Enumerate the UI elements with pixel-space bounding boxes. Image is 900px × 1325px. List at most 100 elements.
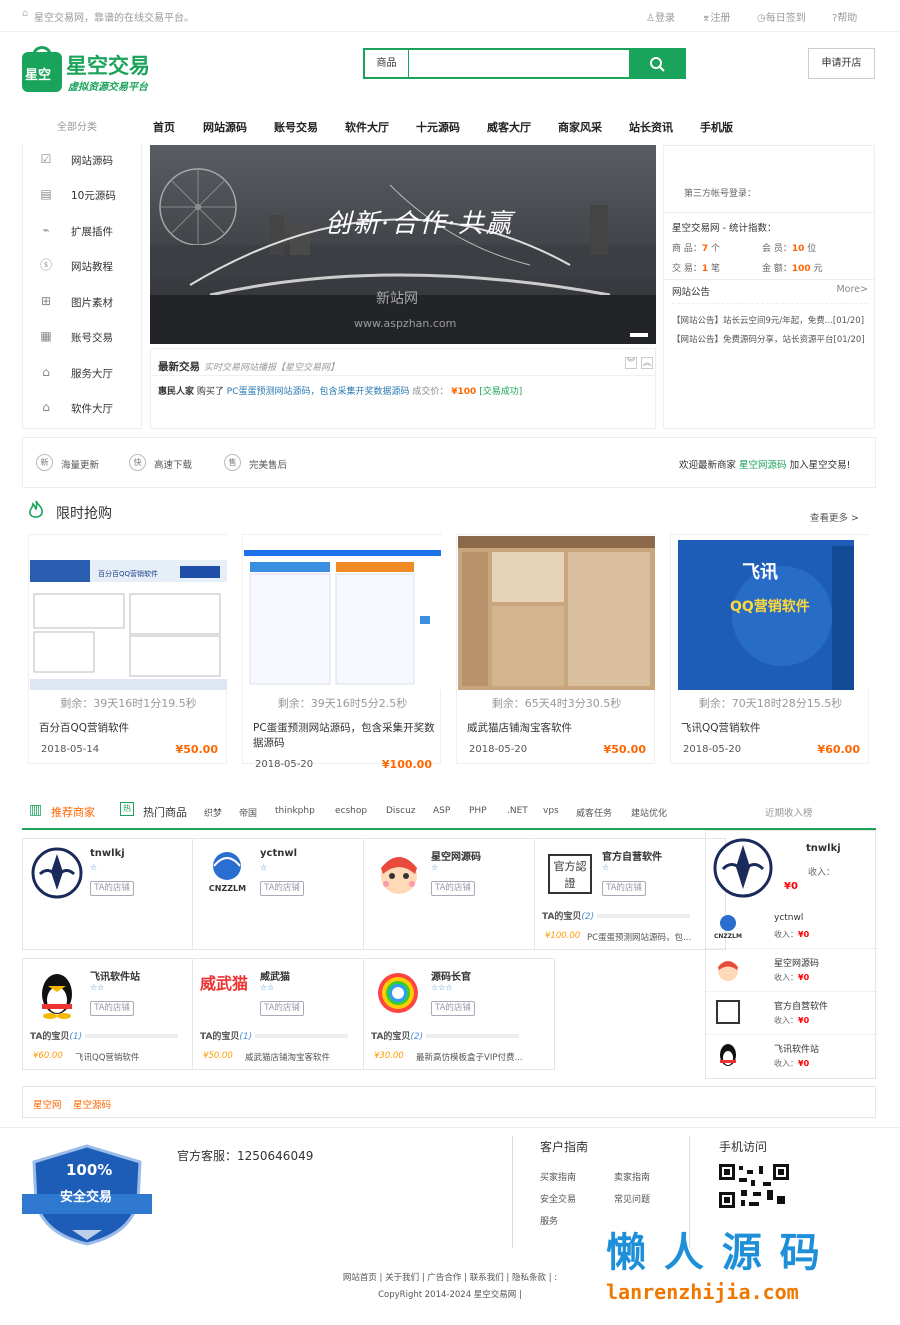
shop-card[interactable]: CNZZLM yctnwl ☆ TA的店铺 bbox=[192, 838, 384, 950]
item-name[interactable]: PC蛋蛋预测网站源码，包... bbox=[587, 931, 722, 943]
nav-item[interactable]: 站长资讯 bbox=[629, 119, 673, 135]
product-image bbox=[458, 536, 655, 690]
nav-item[interactable]: 十元源码 bbox=[416, 119, 460, 135]
rank-name: 星空网源码 bbox=[774, 959, 820, 969]
visit-shop-button[interactable]: TA的店铺 bbox=[90, 881, 134, 896]
search-category[interactable]: 商品 bbox=[365, 50, 409, 77]
footer-link[interactable]: 广告合作 bbox=[427, 1273, 461, 1283]
sidebar-item-images[interactable]: ⊞ 图片素材 bbox=[23, 286, 143, 321]
search-input[interactable] bbox=[410, 50, 630, 77]
shop-card[interactable]: tnwlkj ☆ TA的店铺 bbox=[22, 838, 214, 950]
friend-link[interactable]: 星空源码 bbox=[73, 1097, 111, 1111]
flash-more-link[interactable]: 查看更多 > bbox=[810, 510, 859, 524]
notice-more-link[interactable]: More> bbox=[836, 284, 868, 295]
help-link[interactable]: ?帮助 bbox=[832, 9, 857, 24]
shop-items-count: TA的宝贝(1) bbox=[200, 1032, 253, 1042]
image-icon: ⊞ bbox=[40, 294, 52, 308]
logo-subtitle: 虚拟资源交易平台 bbox=[68, 82, 148, 93]
nav-item[interactable]: 手机版 bbox=[700, 119, 733, 135]
sidebar-item-accounts[interactable]: ▦ 账号交易 bbox=[23, 321, 143, 356]
tab-recommend[interactable]: 推荐商家 bbox=[51, 804, 95, 820]
guide-link[interactable]: 服务 bbox=[540, 1214, 558, 1227]
tag-link[interactable]: PHP bbox=[467, 806, 489, 816]
item-name[interactable]: 最新高仿模板盒子VIP付费... bbox=[416, 1051, 551, 1063]
nav-item[interactable]: 首页 bbox=[153, 119, 175, 135]
rank-item[interactable]: 星空网源码 收入：¥0 bbox=[706, 949, 877, 992]
product-card[interactable]: 剩余：39天16时5分2.5秒 PC蛋蛋预测网站源码，包含采集开奖数据源码 20… bbox=[242, 534, 441, 771]
guide-link[interactable]: 卖家指南 bbox=[614, 1170, 650, 1183]
tab-hot[interactable]: 热门商品 bbox=[143, 804, 187, 820]
visit-shop-button[interactable]: TA的店铺 bbox=[602, 881, 646, 896]
footer-link[interactable]: 联系我们 bbox=[470, 1273, 504, 1283]
shop-card[interactable]: 星空网源码 ☆ TA的店铺 bbox=[363, 838, 555, 950]
all-categories[interactable]: 全部分类 bbox=[22, 118, 132, 133]
visit-shop-button[interactable]: TA的店铺 bbox=[90, 1001, 134, 1016]
search-icon bbox=[650, 57, 665, 72]
tab-income-rank[interactable]: 近期收入榜 bbox=[765, 805, 813, 819]
new-shop-link[interactable]: 星空网源码 bbox=[739, 460, 787, 471]
sidebar-item-10yuan[interactable]: ▤ 10元源码 bbox=[23, 179, 143, 214]
guide-link[interactable]: 买家指南 bbox=[540, 1170, 576, 1183]
site-logo[interactable]: 星空 星空交易 虚拟资源交易平台 bbox=[22, 46, 164, 93]
news-item[interactable]: 惠民人家 购买了 PC蛋蛋预测网站源码，包含采集开奖数据源码 成交价： ¥100… bbox=[158, 384, 522, 397]
product-card[interactable]: 剩余：65天4时3分30.5秒 威武猫店铺淘宝客软件 2018-05-20 ¥5… bbox=[456, 534, 655, 764]
shop-card[interactable]: 源码长官 ☆☆☆ TA的店铺 TA的宝贝(2) ¥30.00 最新高仿模板盒子V… bbox=[363, 958, 555, 1070]
footer-link[interactable]: 关于我们 bbox=[385, 1273, 419, 1283]
shop-card[interactable]: 官方認證 官方自营软件 ☆ TA的店铺 TA的宝贝(2) ¥100.00 PC蛋… bbox=[534, 838, 726, 950]
product-name: 飞讯QQ营销软件 bbox=[681, 722, 761, 734]
tag-link[interactable]: thinkphp bbox=[273, 806, 317, 816]
shop-card[interactable]: 威武猫 威武猫 ☆☆ TA的店铺 TA的宝贝(1) ¥50.00 威武猫店铺淘宝… bbox=[192, 958, 384, 1070]
sidebar-item-plugins[interactable]: ⌁ 扩展插件 bbox=[23, 215, 143, 250]
rank-item[interactable]: 官方自营软件 收入：¥0 bbox=[706, 992, 877, 1035]
visit-shop-button[interactable]: TA的店铺 bbox=[260, 1001, 304, 1016]
login-link[interactable]: ♙登录 bbox=[646, 9, 675, 24]
guide-link[interactable]: 常见问题 bbox=[614, 1192, 650, 1205]
sidebar-item-service[interactable]: ⌂ 服务大厅 bbox=[23, 357, 143, 392]
star-rating: ☆☆ bbox=[260, 983, 275, 992]
checkin-link[interactable]: ◷每日签到 bbox=[757, 9, 806, 24]
tag-link[interactable]: 帝国 bbox=[237, 806, 259, 819]
product-card[interactable]: 百分百QQ营销软件 剩余：39天16时1分19.5秒 百分百QQ营销软件 201… bbox=[28, 534, 227, 764]
item-name[interactable]: 飞讯QQ营销软件 bbox=[75, 1051, 210, 1063]
nav-item[interactable]: 威客大厅 bbox=[487, 119, 531, 135]
nav-item[interactable]: 软件大厅 bbox=[345, 119, 389, 135]
tag-link[interactable]: vps bbox=[541, 806, 561, 816]
svg-text:百分百QQ营销软件: 百分百QQ营销软件 bbox=[98, 569, 158, 578]
rank-item[interactable]: 飞讯软件站 收入：¥0 bbox=[706, 1035, 877, 1078]
guide-link[interactable]: 安全交易 bbox=[540, 1192, 576, 1205]
search-button[interactable] bbox=[629, 50, 684, 77]
sidebar-item-web-source[interactable]: ☑ 网站源码 bbox=[23, 144, 143, 179]
chevron-down-icon[interactable]: ︾ bbox=[625, 357, 637, 369]
hero-banner[interactable]: 创新·合作·共赢 新站网 www.aspzhan.com bbox=[150, 145, 656, 344]
tag-link[interactable]: 建站优化 bbox=[629, 806, 669, 819]
sidebar-item-software[interactable]: ⌂ 软件大厅 bbox=[23, 392, 143, 427]
register-link[interactable]: ⌆注册 bbox=[702, 9, 730, 24]
nav-item[interactable]: 商家风采 bbox=[558, 119, 602, 135]
product-card[interactable]: 飞讯 QQ营销软件 剩余：70天18时28分15.5秒 飞讯QQ营销软件 201… bbox=[670, 534, 869, 764]
sidebar-item-tutorial[interactable]: ⓢ 网站教程 bbox=[23, 250, 143, 285]
item-name[interactable]: 威武猫店铺淘宝客软件 bbox=[245, 1051, 380, 1063]
tag-link[interactable]: .NET bbox=[505, 806, 530, 816]
shop-card[interactable]: 飞讯软件站 ☆☆ TA的店铺 TA的宝贝(1) ¥60.00 飞讯QQ营销软件 bbox=[22, 958, 214, 1070]
hot-icon: 热 bbox=[120, 802, 134, 816]
apply-shop-button[interactable]: 申请开店 bbox=[808, 48, 875, 79]
visit-shop-button[interactable]: TA的店铺 bbox=[431, 881, 475, 896]
friend-link[interactable]: 星空网 bbox=[33, 1097, 62, 1111]
tag-link[interactable]: ecshop bbox=[333, 806, 369, 816]
visit-shop-button[interactable]: TA的店铺 bbox=[431, 1001, 475, 1016]
tag-link[interactable]: 织梦 bbox=[202, 806, 224, 819]
visit-shop-button[interactable]: TA的店铺 bbox=[260, 881, 304, 896]
tag-link[interactable]: Discuz bbox=[384, 806, 418, 816]
rank-item[interactable]: CNZZLM yctnwl 收入：¥0 bbox=[706, 906, 877, 949]
tag-link[interactable]: ASP bbox=[431, 806, 452, 816]
nav-item[interactable]: 网站源码 bbox=[203, 119, 247, 135]
nav-item[interactable]: 账号交易 bbox=[274, 119, 318, 135]
product-price: ¥50.00 bbox=[175, 743, 218, 756]
chevron-up-icon[interactable]: ︽ bbox=[641, 357, 653, 369]
notice-item[interactable]: 【网站公告】站长云空间9元/年起，免费...[01/20] bbox=[672, 314, 864, 326]
footer-link[interactable]: 网站首页 bbox=[343, 1273, 377, 1283]
tag-link[interactable]: 威客任务 bbox=[574, 806, 614, 819]
top-bar: ⌂ 星空交易网，靠谱的在线交易平台。 ♙登录 ⌆注册 ◷每日签到 ?帮助 bbox=[0, 0, 900, 32]
notice-item[interactable]: 【网站公告】免费源码分享，站长资源平台[01/20] bbox=[672, 333, 865, 345]
footer-link[interactable]: 隐私条款 bbox=[512, 1273, 546, 1283]
